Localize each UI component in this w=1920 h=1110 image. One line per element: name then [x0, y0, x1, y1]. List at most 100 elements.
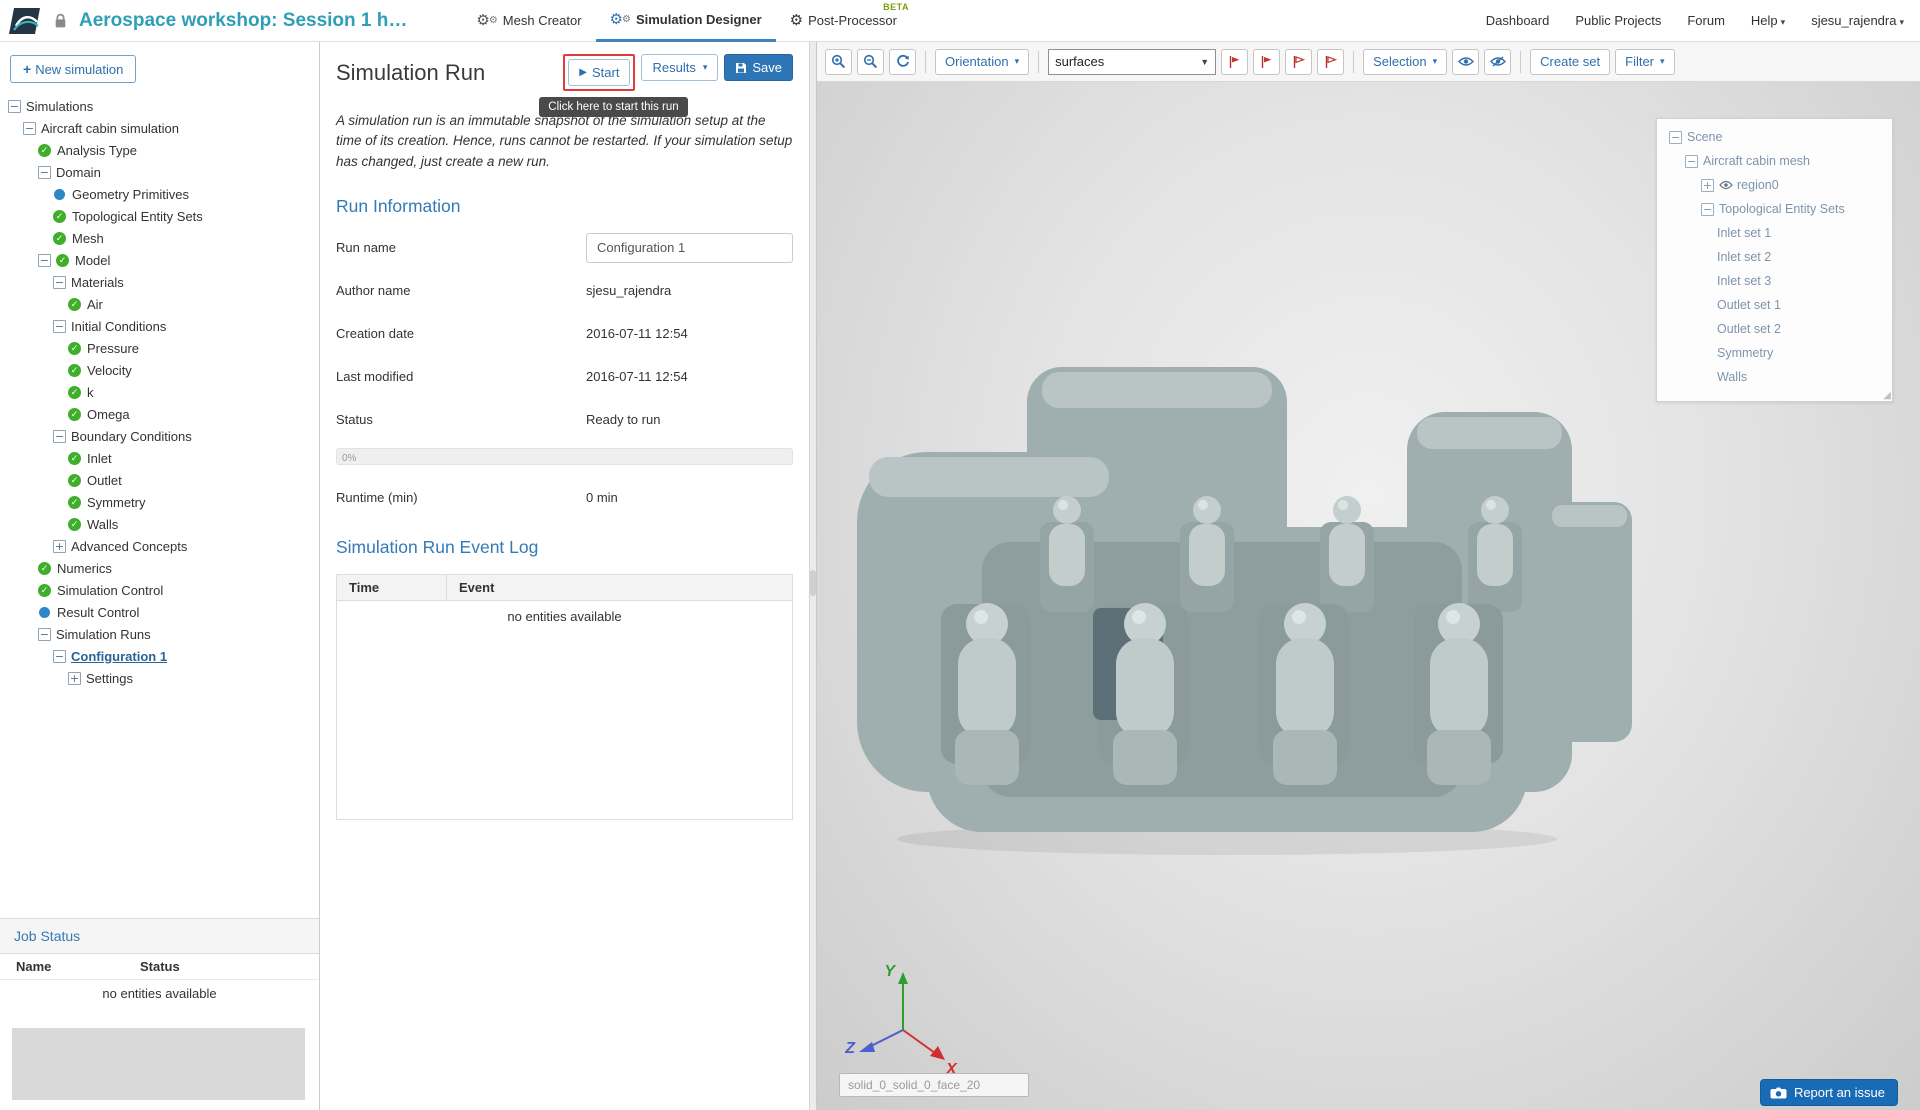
scene-tree-item-label[interactable]: Outlet set 2 — [1717, 322, 1781, 336]
tree-item[interactable]: ✓ Topological Entity Sets — [0, 205, 319, 227]
scene-tree-item-label[interactable]: Inlet set 2 — [1717, 250, 1771, 264]
tree-item-label[interactable]: Inlet — [87, 451, 112, 466]
scene-tree-item-label[interactable]: Outlet set 1 — [1717, 298, 1781, 312]
expander-minus-icon[interactable]: − — [38, 627, 51, 641]
scene-tree-item[interactable]: − Scene — [1661, 125, 1888, 149]
tree-item[interactable]: − Simulation Runs — [0, 623, 319, 645]
tree-item[interactable]: Result Control — [0, 601, 319, 623]
tree-item[interactable]: ✓ Omega — [0, 403, 319, 425]
nav-forum[interactable]: Forum — [1687, 13, 1725, 28]
hide-entities-button[interactable] — [1484, 48, 1512, 75]
cabin-model[interactable] — [847, 332, 1657, 862]
user-menu[interactable]: sjesu_rajendra ▾ — [1811, 13, 1904, 28]
tree-item-label[interactable]: Mesh — [72, 231, 104, 246]
tree-item-label[interactable]: Result Control — [57, 605, 139, 620]
tree-item-label[interactable]: Boundary Conditions — [71, 429, 192, 444]
expander-minus-icon[interactable]: − — [1701, 202, 1714, 216]
scene-tree-item-label[interactable]: Inlet set 3 — [1717, 274, 1771, 288]
zoom-in-button[interactable] — [825, 48, 852, 75]
resize-handle-icon[interactable]: ◢ — [1883, 390, 1891, 401]
nav-dashboard[interactable]: Dashboard — [1486, 13, 1550, 28]
project-title[interactable]: Aerospace workshop: Session 1 h… — [79, 10, 407, 32]
selection-button[interactable]: Selection ▾ — [1363, 48, 1448, 75]
tree-item[interactable]: − Simulations — [0, 95, 319, 117]
scene-tree-item[interactable]: − Aircraft cabin mesh — [1661, 149, 1888, 173]
nav-help-menu[interactable]: Help ▾ — [1751, 13, 1785, 28]
scene-tree-item-label[interactable]: region0 — [1737, 178, 1779, 192]
tree-item[interactable]: − Configuration 1 — [0, 645, 319, 667]
new-simulation-button[interactable]: + New simulation — [10, 55, 137, 83]
scene-tree-item[interactable]: Inlet set 1 — [1661, 221, 1888, 245]
scene-tree-item[interactable]: Symmetry — [1661, 341, 1888, 365]
scene-tree-item-label[interactable]: Symmetry — [1717, 346, 1773, 360]
tree-item-label[interactable]: Omega — [87, 407, 130, 422]
tab-post-processor[interactable]: ⚙ Post-Processor BETA — [776, 0, 911, 42]
expander-minus-icon[interactable]: − — [23, 121, 36, 135]
tree-item[interactable]: ✓ Analysis Type — [0, 139, 319, 161]
filter-button[interactable]: Filter ▾ — [1615, 48, 1675, 75]
tree-item[interactable]: ✓ Mesh — [0, 227, 319, 249]
save-button[interactable]: Save — [724, 54, 793, 81]
tree-item-label[interactable]: Model — [75, 253, 110, 268]
tree-item-label[interactable]: Velocity — [87, 363, 132, 378]
scene-tree-item[interactable]: + region0 — [1661, 173, 1888, 197]
expander-minus-icon[interactable]: − — [1669, 130, 1682, 144]
tree-item[interactable]: − ✓ Model — [0, 249, 319, 271]
refresh-view-button[interactable] — [889, 48, 916, 75]
tree-item[interactable]: ✓ k — [0, 381, 319, 403]
tree-item[interactable]: − Boundary Conditions — [0, 425, 319, 447]
scene-tree-item-label[interactable]: Scene — [1687, 130, 1722, 144]
simscale-logo[interactable] — [8, 6, 46, 36]
tree-item-label[interactable]: Settings — [86, 671, 133, 686]
tree-item[interactable]: − Initial Conditions — [0, 315, 319, 337]
tree-item[interactable]: ✓ Pressure — [0, 337, 319, 359]
tree-item[interactable]: + Settings — [0, 667, 319, 689]
panel-splitter[interactable] — [809, 42, 817, 1110]
scene-tree-item-label[interactable]: Walls — [1717, 370, 1747, 384]
zoom-out-button[interactable] — [857, 48, 884, 75]
tree-item-label[interactable]: Topological Entity Sets — [72, 209, 203, 224]
tree-item[interactable]: − Domain — [0, 161, 319, 183]
tree-item-label[interactable]: Air — [87, 297, 103, 312]
run-name-input[interactable] — [586, 232, 793, 263]
tree-item-label[interactable]: Analysis Type — [57, 143, 137, 158]
tree-item[interactable]: − Aircraft cabin simulation — [0, 117, 319, 139]
tree-item-label[interactable]: Symmetry — [87, 495, 146, 510]
nav-public-projects[interactable]: Public Projects — [1575, 13, 1661, 28]
expander-minus-icon[interactable]: − — [53, 649, 66, 663]
tab-mesh-creator[interactable]: ⚙ ⚙ Mesh Creator — [462, 0, 595, 42]
tree-item-label[interactable]: Materials — [71, 275, 124, 290]
tree-item-label[interactable]: Pressure — [87, 341, 139, 356]
tab-simulation-designer[interactable]: ⚙ ⚙ Simulation Designer — [595, 0, 776, 42]
tree-item-label[interactable]: Walls — [87, 517, 118, 532]
tree-item-label[interactable]: Simulations — [26, 99, 93, 114]
tree-item[interactable]: ✓ Symmetry — [0, 491, 319, 513]
expander-plus-icon[interactable]: + — [1701, 178, 1714, 192]
expander-minus-icon[interactable]: − — [38, 253, 51, 267]
tree-item[interactable]: ✓ Outlet — [0, 469, 319, 491]
expander-minus-icon[interactable]: − — [53, 275, 66, 289]
highlight-flag-3-button[interactable] — [1285, 48, 1313, 75]
tree-item-label[interactable]: Aircraft cabin simulation — [41, 121, 179, 136]
tree-item[interactable]: ✓ Air — [0, 293, 319, 315]
tree-item-label[interactable]: Configuration 1 — [71, 649, 167, 664]
render-mode-select[interactable]: surfaces ▼ — [1048, 48, 1217, 75]
show-entities-button[interactable] — [1452, 48, 1480, 75]
orientation-button[interactable]: Orientation ▾ — [935, 48, 1030, 75]
tree-item[interactable]: ✓ Numerics — [0, 557, 319, 579]
tree-item-label[interactable]: Simulation Runs — [56, 627, 151, 642]
tree-item[interactable]: Geometry Primitives — [0, 183, 319, 205]
expander-minus-icon[interactable]: − — [53, 429, 66, 443]
scene-tree-item[interactable]: Inlet set 3 — [1661, 269, 1888, 293]
results-button[interactable]: Results ▾ — [641, 54, 719, 81]
expander-minus-icon[interactable]: − — [53, 319, 66, 333]
tree-item[interactable]: ✓ Walls — [0, 513, 319, 535]
create-set-button[interactable]: Create set — [1530, 48, 1611, 75]
scene-tree-item[interactable]: Outlet set 1 — [1661, 293, 1888, 317]
tree-item[interactable]: ✓ Simulation Control — [0, 579, 319, 601]
highlight-flag-1-button[interactable] — [1221, 48, 1249, 75]
expander-minus-icon[interactable]: − — [1685, 154, 1698, 168]
tree-item-label[interactable]: Domain — [56, 165, 101, 180]
tree-item-label[interactable]: Geometry Primitives — [72, 187, 189, 202]
highlight-flag-4-button[interactable] — [1317, 48, 1345, 75]
